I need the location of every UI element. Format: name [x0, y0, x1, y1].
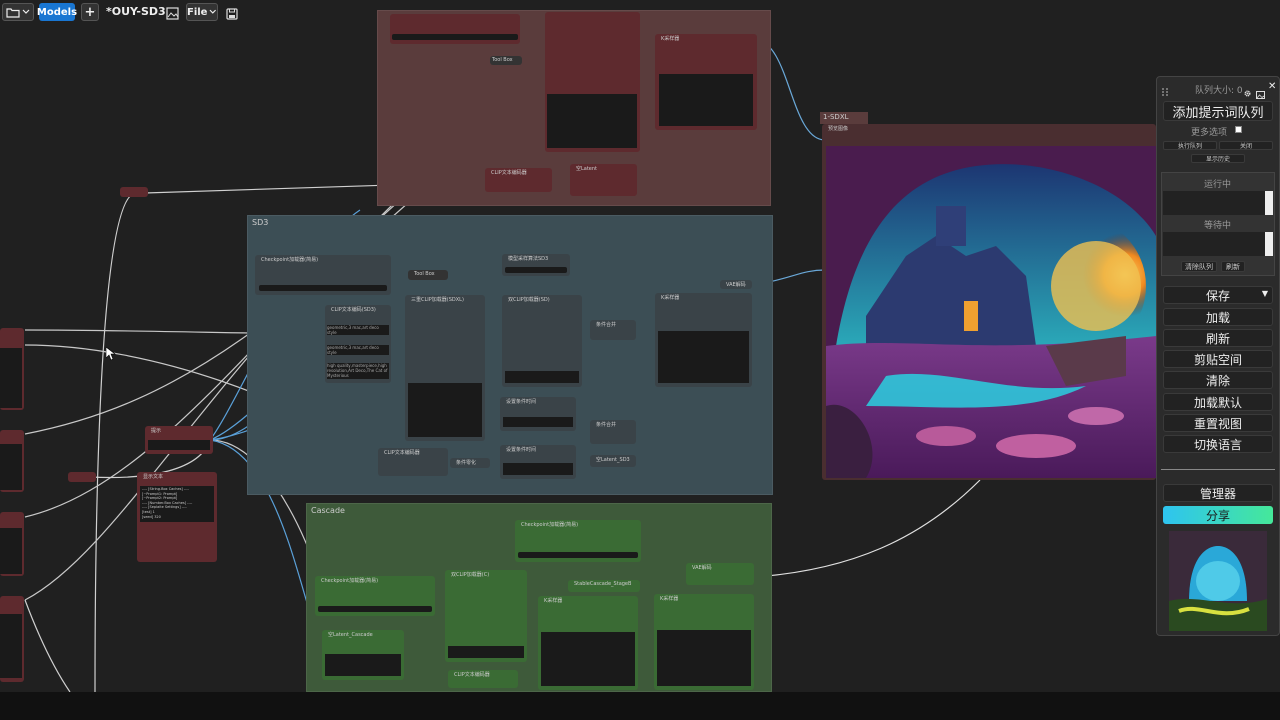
refresh-queue-button[interactable]: 刷新 — [1221, 261, 1245, 272]
save-button[interactable]: 保存 ▼ — [1163, 286, 1273, 304]
node-sd3-model-sampling[interactable]: 模型采样算法SD3 — [502, 254, 570, 276]
node-sd3-tool[interactable]: Tool Box — [408, 270, 448, 280]
load-button[interactable]: 加载 — [1163, 308, 1273, 326]
node-cascade-stage-b[interactable]: StableCascade_StageB — [568, 580, 640, 592]
workflow-name: *OUY-SD3 — [106, 5, 166, 18]
node-sd3-checkpoint[interactable]: Checkpoint加载器(简易) — [255, 255, 391, 295]
clear-button[interactable]: 清除 — [1163, 371, 1273, 389]
close-button[interactable]: 关闭 — [1219, 141, 1273, 150]
node-top-center[interactable] — [545, 12, 640, 152]
node-cascade-checkpoint2[interactable]: Checkpoint加载器(简易) — [315, 576, 435, 616]
node-sd3-dualclip[interactable]: 双CLIP加载器(SD) — [502, 295, 582, 387]
pending-scrollbar[interactable] — [1265, 232, 1273, 256]
generated-image — [826, 146, 1156, 478]
node-sd3-cond-combine2[interactable]: 条件合并 — [590, 420, 636, 444]
pending-list — [1163, 232, 1273, 256]
manager-button[interactable]: 管理器 — [1163, 484, 1273, 502]
queue-size: 队列大小: 0 — [1195, 86, 1243, 96]
image-icon[interactable] — [166, 5, 179, 20]
node-top-left[interactable] — [390, 14, 520, 44]
extra-options-label: 更多选项 — [1191, 128, 1228, 138]
node-top-latent[interactable]: 空Latent — [570, 164, 637, 196]
node-sd3-cond-range1[interactable]: 设置条件时间 — [500, 397, 576, 431]
node-left-1[interactable] — [0, 328, 24, 410]
node-cascade-clip-encode[interactable]: CLIP文本编码器 — [448, 670, 518, 688]
node-sd3-clip[interactable]: CLIP文本编码(SD3) geometric,3 mac,art deco s… — [325, 305, 391, 383]
pending-label: 等待中 — [1204, 221, 1232, 231]
models-button[interactable]: Models — [37, 3, 77, 21]
node-cascade-vae[interactable]: VAE解码 — [686, 563, 754, 585]
save-icon[interactable] — [226, 5, 238, 20]
folder-icon — [6, 7, 20, 18]
chevron-down-icon — [22, 9, 30, 14]
clear-queue-button[interactable]: 清除队列 — [1181, 261, 1217, 272]
mouse-cursor-icon — [106, 347, 116, 361]
show-text-content: ---- [String.Box Caches] ---- [~Prompt1: … — [140, 486, 214, 522]
queue-panel[interactable]: 队列大小: 0 ✕ 添加提示词队列 更多选项 执行队列 关闭 显示历史 运行中 … — [1156, 76, 1280, 636]
node-sd3-cond-combine1[interactable]: 条件合并 — [590, 320, 636, 340]
chevron-down-icon[interactable]: ▼ — [1262, 289, 1268, 298]
group-sdxl-tag: 1-SDXL — [820, 112, 868, 124]
node-top-tool[interactable]: Tool Box — [490, 56, 522, 65]
run-queue-button[interactable]: 执行队列 — [1163, 141, 1217, 150]
running-list — [1163, 191, 1273, 215]
node-sd3-ksampler[interactable]: K采样器 — [655, 293, 752, 387]
running-scrollbar[interactable] — [1265, 191, 1273, 215]
share-button[interactable]: 分享 — [1163, 506, 1273, 524]
node-preview-image[interactable]: 预览图像 — [822, 124, 1156, 480]
gear-icon[interactable] — [1243, 83, 1252, 97]
node-left-show-text[interactable]: 显示文本 ---- [String.Box Caches] ---- [~Prom… — [137, 472, 217, 562]
node-top-clip-encode[interactable]: CLIP文本编码器 — [485, 168, 552, 192]
running-label: 运行中 — [1204, 180, 1232, 190]
file-menu-button[interactable]: File — [186, 3, 218, 21]
switch-language-button[interactable]: 切换语言 — [1163, 435, 1273, 453]
reset-view-button[interactable]: 重置视图 — [1163, 414, 1273, 432]
queue-prompt-button[interactable]: 添加提示词队列 — [1163, 101, 1273, 121]
chevron-down-icon — [210, 9, 217, 14]
node-left-2[interactable] — [0, 430, 24, 492]
clipspace-button[interactable]: 剪贴空间 — [1163, 350, 1273, 368]
node-cascade-latent[interactable]: 空Latent_Cascade — [322, 630, 404, 680]
history-thumbnail[interactable] — [1169, 531, 1267, 631]
node-reroute-1[interactable] — [120, 187, 148, 197]
node-cascade-ksampler1[interactable]: K采样器 — [538, 596, 638, 690]
node-cascade-checkpoint1[interactable]: Checkpoint加载器(简易) — [515, 520, 641, 562]
node-sd3-cond-zero[interactable]: 条件零化 — [450, 458, 490, 468]
load-default-button[interactable]: 加载默认 — [1163, 393, 1273, 411]
refresh-button[interactable]: 刷新 — [1163, 329, 1273, 347]
node-cascade-dualclip[interactable]: 双CLIP加载器(C) — [445, 570, 527, 662]
grip-icon[interactable] — [1161, 82, 1169, 96]
close-icon[interactable]: ✕ — [1268, 82, 1277, 92]
bottom-bar — [0, 692, 1280, 720]
node-sd3-tripleclip[interactable]: 三重CLIP加载器(SDXL) — [405, 295, 485, 441]
add-workflow-button[interactable]: + — [81, 3, 99, 21]
node-graph-canvas[interactable]: Tool Box K采样器 CLIP文本编码器 空Latent SD3 Chec… — [0, 0, 1280, 692]
node-sd3-vae[interactable]: VAE解码 — [720, 280, 752, 289]
image-icon[interactable] — [1256, 84, 1265, 99]
node-top-ksampler[interactable]: K采样器 — [655, 34, 757, 130]
show-text-line: [seed] 320 — [142, 514, 161, 519]
node-sd3-cond-range2[interactable]: 设置条件时间 — [500, 445, 576, 479]
workflow-menu-button[interactable] — [2, 3, 34, 21]
node-cascade-ksampler2[interactable]: K采样器 — [654, 594, 754, 690]
node-reroute-2[interactable] — [68, 472, 96, 482]
node-sd3-clip-encode[interactable]: CLIP文本编码器 — [378, 448, 448, 476]
node-sd3-latent[interactable]: 空Latent_SD3 — [590, 455, 636, 467]
extra-options-checkbox[interactable] — [1235, 126, 1242, 133]
node-left-note[interactable]: 提示 — [145, 426, 213, 454]
node-left-3[interactable] — [0, 512, 24, 576]
show-history-button[interactable]: 显示历史 — [1191, 154, 1245, 163]
node-left-4[interactable] — [0, 596, 24, 682]
panel-divider — [1161, 469, 1275, 470]
